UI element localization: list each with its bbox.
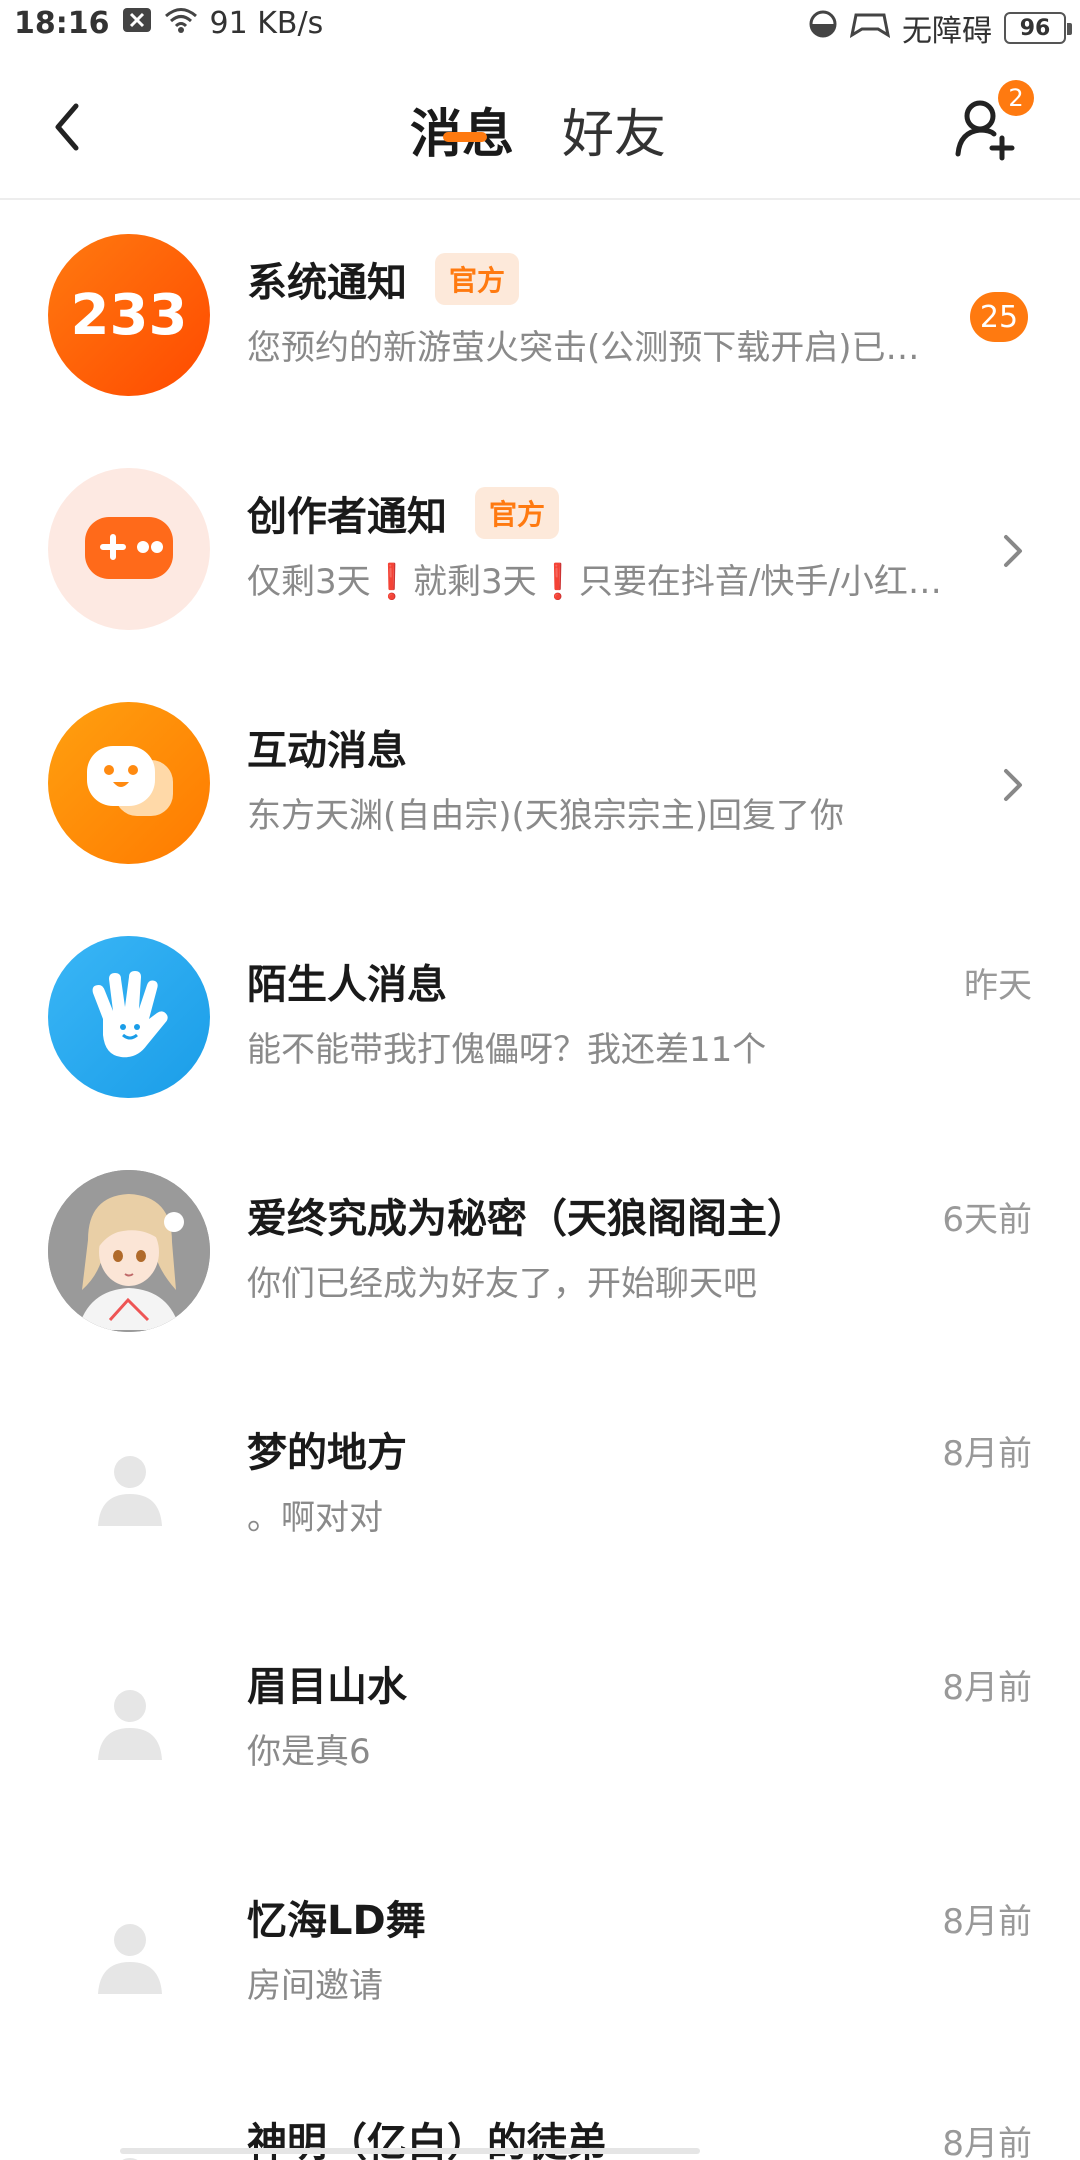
status-time: 18:16 [14, 6, 110, 41]
status-bar: 18:16 91 KB/s 无障碍 96 [0, 0, 1080, 56]
message-preview: 东方天渊(自由宗)(天狼宗宗主)回复了你 [247, 796, 845, 836]
list-item-system-notice[interactable]: 233 系统通知 官方 您预约的新游萤火突击(公测预下载开启)已… 25 [0, 200, 1080, 434]
chevron-right-icon [990, 763, 1034, 807]
message-title: 梦的地方 [247, 1420, 407, 1478]
creator-notice-avatar [48, 468, 210, 630]
title-text: 爱终究成为秘密（天狼阁阁主） [247, 1196, 807, 1242]
active-tab-indicator [443, 132, 487, 142]
unread-count-badge: 25 [970, 292, 1028, 342]
back-arrow-icon [55, 103, 79, 151]
tab-bar: 消息 好友 [410, 92, 666, 167]
gamepad-icon [85, 517, 173, 579]
default-user-avatar-icon[interactable] [86, 1912, 174, 2000]
notification-close-icon [122, 6, 152, 41]
header: 消息 好友 2 [0, 56, 1080, 200]
tab-messages[interactable]: 消息 [410, 92, 514, 167]
chevron-right-icon [990, 529, 1034, 573]
list-item-creator-notice[interactable]: 创作者通知 官方 仅剩3天❗就剩3天❗只要在抖音/快手/小红… [0, 434, 1080, 668]
title-text: 互动消息 [247, 728, 407, 774]
default-user-avatar-icon[interactable] [86, 1678, 174, 1766]
list-item-friend[interactable]: 爱终究成为秘密（天狼阁阁主） 你们已经成为好友了，开始聊天吧 6天前 [0, 1136, 1080, 1370]
message-title: 忆海LD舞 [247, 1888, 426, 1946]
message-preview: 仅剩3天❗就剩3天❗只要在抖音/快手/小红… [247, 562, 942, 602]
list-item-interaction[interactable]: 互动消息 东方天渊(自由宗)(天狼宗宗主)回复了你 [0, 668, 1080, 902]
battery-indicator: 96 [1004, 12, 1072, 44]
vpn-icon [808, 9, 838, 47]
message-title: 系统通知 官方 [247, 250, 520, 308]
system-notice-avatar: 233 [48, 234, 210, 396]
avatar-233-logo: 233 [70, 282, 188, 348]
title-text: 创作者通知 [247, 494, 447, 540]
message-time: 8月前 [942, 1668, 1032, 1708]
title-text: 梦的地方 [247, 1430, 407, 1476]
title-text: 忆海LD舞 [247, 1898, 426, 1944]
title-text: 系统通知 [247, 260, 407, 306]
interaction-avatar [48, 702, 210, 864]
message-time: 昨天 [964, 966, 1032, 1006]
accessibility-label: 无障碍 [902, 14, 992, 49]
title-text: 眉目山水 [247, 1664, 407, 1710]
message-title: 互动消息 [247, 718, 407, 776]
message-preview: 房间邀请 [247, 1966, 383, 2006]
message-preview: 你是真6 [247, 1732, 371, 1772]
message-title: 眉目山水 [247, 1654, 407, 1712]
message-preview: 能不能带我打傀儡呀？我还差11个 [247, 1030, 767, 1070]
message-title: 爱终究成为秘密（天狼阁阁主） [247, 1186, 807, 1244]
stranger-avatar [48, 936, 210, 1098]
default-user-avatar-icon[interactable] [86, 1444, 174, 1532]
title-text: 陌生人消息 [247, 962, 447, 1008]
message-preview: 您预约的新游萤火突击(公测预下载开启)已… [247, 328, 920, 368]
list-item-friend[interactable]: 忆海LD舞 房间邀请 8月前 [0, 1838, 1080, 2072]
message-time: 8月前 [942, 1434, 1032, 1474]
gesture-bar[interactable] [120, 2148, 700, 2154]
wifi-icon [164, 6, 198, 41]
message-list: 233 系统通知 官方 您预约的新游萤火突击(公测预下载开启)已… 25 创作者… [0, 200, 1080, 2160]
official-badge: 官方 [475, 487, 560, 539]
message-title: 陌生人消息 [247, 952, 447, 1010]
user-avatar[interactable] [48, 1170, 210, 1332]
official-badge: 官方 [435, 253, 520, 305]
message-preview: 。啊对对 [247, 1498, 383, 1538]
wave-hand-icon [92, 971, 168, 1058]
gamepad-status-icon [849, 9, 891, 47]
back-button[interactable] [36, 92, 106, 162]
chat-bubble-icon [87, 746, 173, 816]
list-item-friend[interactable]: 眉目山水 你是真6 8月前 [0, 1604, 1080, 1838]
message-time: 8月前 [942, 1902, 1032, 1942]
message-title: 创作者通知 官方 [247, 484, 560, 542]
message-time: 6天前 [942, 1200, 1032, 1240]
message-preview: 你们已经成为好友了，开始聊天吧 [247, 1264, 757, 1304]
tab-friends[interactable]: 好友 [562, 92, 666, 167]
add-friend-badge: 2 [998, 80, 1034, 116]
network-speed: 91 KB/s [209, 6, 324, 41]
list-item-stranger[interactable]: 陌生人消息 能不能带我打傀儡呀？我还差11个 昨天 [0, 902, 1080, 1136]
list-item-friend[interactable]: 梦的地方 。啊对对 8月前 [0, 1370, 1080, 1604]
message-time: 8月前 [942, 2124, 1032, 2160]
list-item-friend[interactable]: 神明（亿白）的徒弟 8月前 [0, 2072, 1080, 2160]
anime-character-avatar [48, 1170, 210, 1332]
